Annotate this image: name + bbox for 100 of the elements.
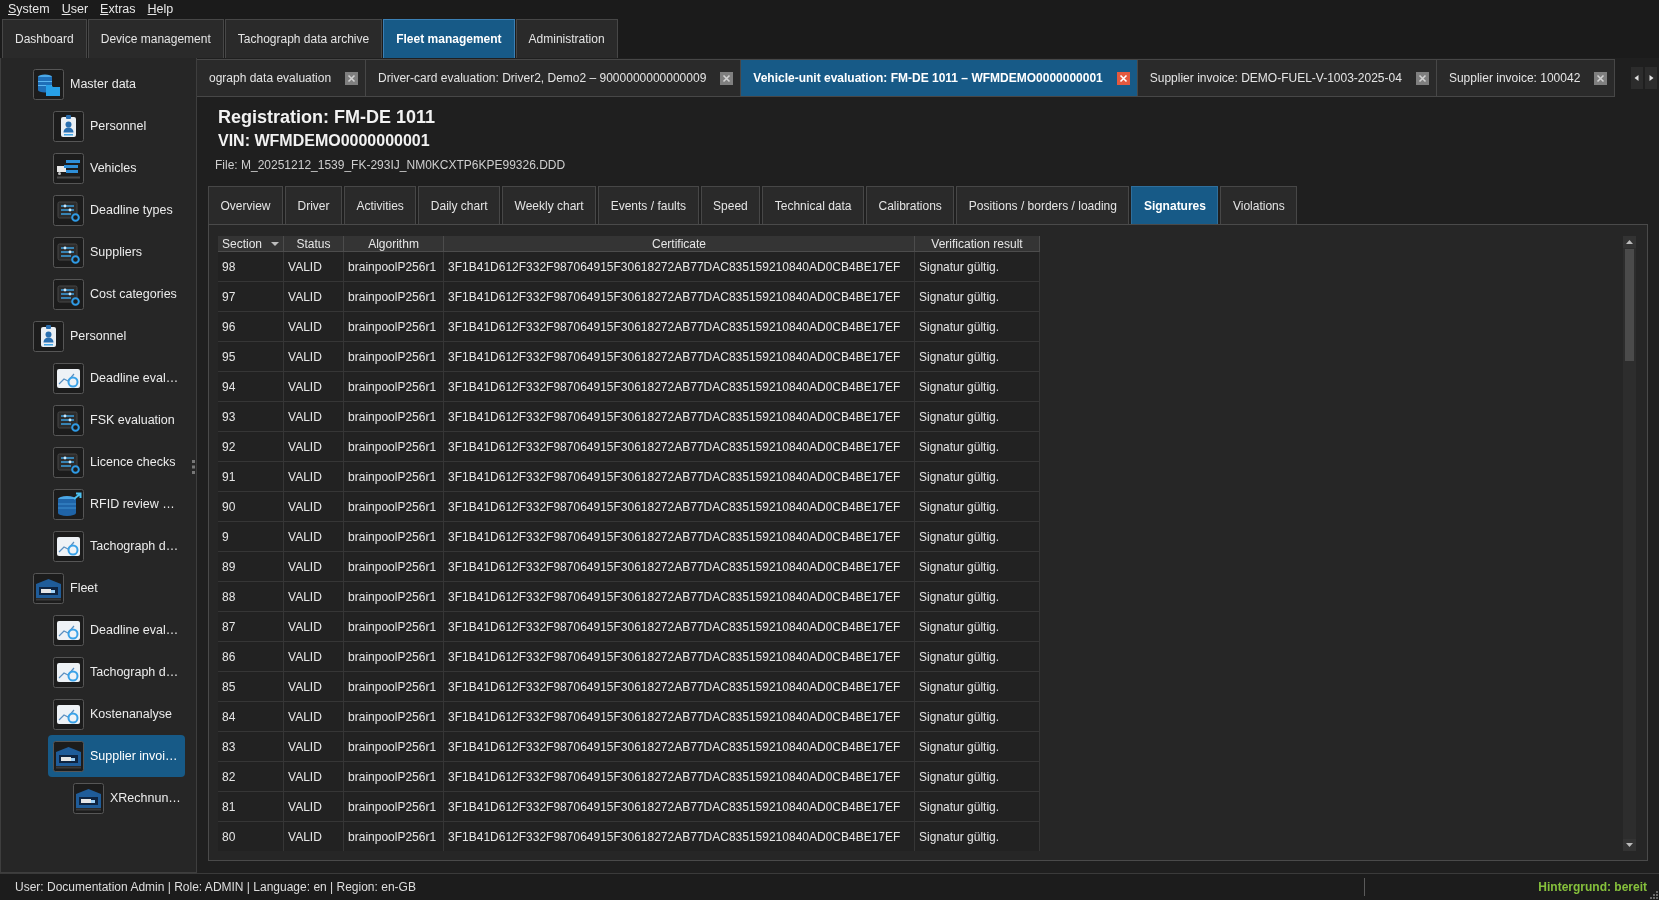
document-tab[interactable]: Supplier invoice: 100042 (1436, 59, 1616, 97)
column-header[interactable]: Certificate (444, 236, 916, 252)
table-cell: VALID (284, 372, 345, 402)
table-cell: Signatur gültig. (915, 522, 1041, 552)
resize-grip-icon[interactable] (1649, 890, 1658, 899)
table-cell: brainpoolP256r1 (344, 252, 445, 282)
module-tab[interactable]: Device management (87, 19, 224, 58)
detail-tab[interactable]: Weekly chart (502, 186, 597, 224)
document-tab[interactable]: Vehicle-unit evaluation: FM-DE 1011 – WFMDEMO0000000001 (741, 59, 1138, 97)
tree-item[interactable]: Personnel (48, 105, 154, 147)
table-cell: Signatur gültig. (915, 792, 1041, 822)
table-cell: 3F1B41D612F332F987064915F30618272AB77DAC835159210840AD0CB4BE17EF (444, 252, 916, 282)
garage-truck-icon (33, 572, 64, 604)
column-header[interactable]: Verification result (915, 236, 1041, 252)
tree-item[interactable]: Personnel (28, 315, 134, 357)
tree-item[interactable]: Supplier invoi… (48, 735, 185, 777)
table-cell: 3F1B41D612F332F987064915F30618272AB77DAC835159210840AD0CB4BE17EF (444, 492, 916, 522)
module-tab[interactable]: Fleet management (383, 19, 515, 58)
menu-item[interactable]: User (55, 1, 95, 18)
close-icon[interactable] (1594, 71, 1608, 85)
tree-item[interactable]: Deadline eval… (48, 609, 186, 651)
tree-item[interactable]: Fleet (28, 567, 105, 609)
menu-item[interactable]: System (2, 1, 56, 18)
table-cell: VALID (284, 402, 345, 432)
table-cell: VALID (284, 282, 345, 312)
table-cell: 3F1B41D612F332F987064915F30618272AB77DAC835159210840AD0CB4BE17EF (444, 462, 916, 492)
detail-tab[interactable]: Activities (344, 186, 417, 224)
tree-item[interactable]: Licence checks (48, 441, 183, 483)
detail-tab[interactable]: Violations (1220, 186, 1298, 224)
detail-tab[interactable]: Calibrations (866, 186, 955, 224)
chart-magnifier-icon (53, 530, 84, 562)
detail-tab[interactable]: Positions / borders / loading (956, 186, 1130, 224)
document-tab[interactable]: ograph data evaluation (197, 59, 367, 97)
vin-title: VIN: WFMDEMO0000000001 (218, 131, 430, 151)
table-cell: 3F1B41D612F332F987064915F30618272AB77DAC835159210840AD0CB4BE17EF (444, 372, 916, 402)
table-cell: 3F1B41D612F332F987064915F30618272AB77DAC835159210840AD0CB4BE17EF (444, 822, 916, 851)
splitter-grip-icon[interactable] (192, 460, 195, 474)
close-icon[interactable] (1116, 71, 1130, 85)
close-icon[interactable] (1415, 71, 1429, 85)
column-header[interactable]: Status (284, 236, 345, 252)
table-cell: 3F1B41D612F332F987064915F30618272AB77DAC835159210840AD0CB4BE17EF (444, 342, 916, 372)
file-name-text: File: M_20251212_1539_FK-293IJ_NM0KCXTP6KPE99326.DDD (215, 157, 566, 174)
detail-tab[interactable]: Speed (700, 186, 761, 224)
id-badge-icon (33, 320, 64, 352)
scrollbar-thumb[interactable] (1625, 249, 1634, 361)
menu-item[interactable]: Help (141, 1, 180, 18)
detail-tab[interactable]: Events / faults (598, 186, 699, 224)
table-cell: VALID (284, 612, 345, 642)
table-cell: brainpoolP256r1 (344, 312, 445, 342)
column-header[interactable]: Section (218, 236, 285, 252)
tree-item[interactable]: Tachograph d… (48, 525, 186, 567)
chart-magnifier-icon (53, 698, 84, 730)
tree-item[interactable]: Master data (28, 63, 143, 105)
tree-item[interactable]: Vehicles (48, 147, 144, 189)
table-cell: Signatur gültig. (915, 462, 1041, 492)
detail-tab[interactable]: Signatures (1131, 186, 1219, 224)
table-cell: brainpoolP256r1 (344, 792, 445, 822)
detail-tab[interactable]: Technical data (762, 186, 864, 224)
module-tab[interactable]: Tachograph data archive (224, 19, 383, 58)
close-icon[interactable] (345, 71, 359, 85)
tree-item[interactable]: FSK evaluation (48, 399, 182, 441)
table-cell: 9 (218, 522, 285, 552)
table-cell: Signatur gültig. (915, 822, 1041, 851)
chart-magnifier-icon (53, 656, 84, 688)
table-cell: 3F1B41D612F332F987064915F30618272AB77DAC835159210840AD0CB4BE17EF (444, 792, 916, 822)
table-cell: Signatur gültig. (915, 282, 1041, 312)
table-cell: 91 (218, 462, 285, 492)
detail-tab[interactable]: Daily chart (418, 186, 501, 224)
table-cell: brainpoolP256r1 (344, 582, 445, 612)
table-cell: brainpoolP256r1 (344, 642, 445, 672)
tree-item[interactable]: Cost categories (48, 273, 184, 315)
table-cell: VALID (284, 342, 345, 372)
tree-item[interactable]: XRechnun… (68, 777, 188, 819)
table-cell: VALID (284, 672, 345, 702)
table-cell: VALID (284, 792, 345, 822)
vertical-scrollbar[interactable] (1623, 236, 1636, 851)
tree-item[interactable]: Kostenanalyse (48, 693, 179, 735)
table-cell: VALID (284, 312, 345, 342)
detail-tab[interactable]: Driver (285, 186, 342, 224)
garage-truck-icon (53, 740, 84, 772)
tree-item[interactable]: RFID review … (48, 483, 182, 525)
module-tab[interactable]: Administration (515, 19, 618, 58)
table-cell: VALID (284, 552, 345, 582)
table-cell: brainpoolP256r1 (344, 732, 445, 762)
tree-item[interactable]: Tachograph d… (48, 651, 186, 693)
column-header[interactable]: Algorithm (344, 236, 445, 252)
table-cell: 97 (218, 282, 285, 312)
module-tab[interactable]: Dashboard (2, 19, 87, 58)
menu-item[interactable]: Extras (94, 1, 142, 18)
table-cell: 3F1B41D612F332F987064915F30618272AB77DAC835159210840AD0CB4BE17EF (444, 732, 916, 762)
close-icon[interactable] (720, 71, 734, 85)
tree-item[interactable]: Suppliers (48, 231, 150, 273)
document-tab[interactable]: Driver-card evaluation: Driver2, Demo2 – 9000000000000009 (366, 59, 742, 97)
table-cell: 84 (218, 702, 285, 732)
tree-item[interactable]: Deadline types (48, 189, 180, 231)
document-tab[interactable]: Supplier invoice: DEMO-FUEL-V-1003-2025-04 (1137, 59, 1437, 97)
table-cell: brainpoolP256r1 (344, 372, 445, 402)
tree-item[interactable]: Deadline eval… (48, 357, 186, 399)
table-cell: VALID (284, 762, 345, 792)
detail-tab[interactable]: Overview (208, 186, 283, 224)
